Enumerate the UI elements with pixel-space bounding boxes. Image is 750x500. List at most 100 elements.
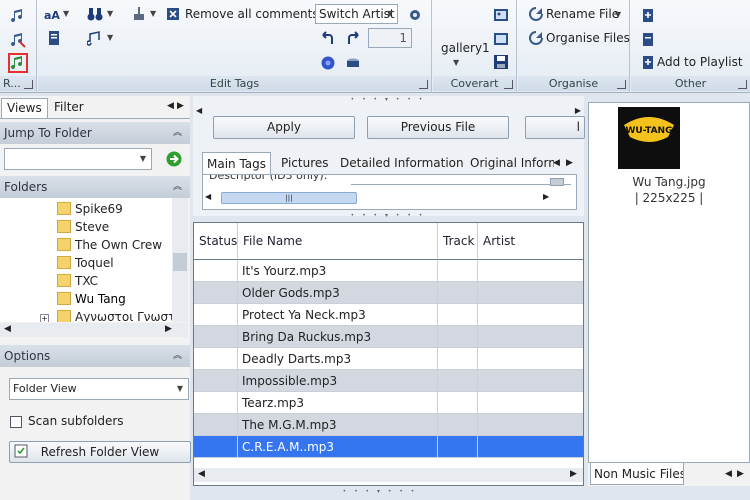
tab-scroll-right-icon[interactable]: ▶: [566, 158, 573, 168]
organise-files-icon[interactable]: [528, 30, 544, 46]
find-dropdown[interactable]: ▼: [107, 9, 113, 18]
gallery-network-icon[interactable]: [320, 55, 336, 71]
table-row[interactable]: Deadly Darts.mp3: [194, 348, 583, 370]
tree-item-steve[interactable]: Steve: [57, 218, 109, 236]
add-to-playlist-label[interactable]: Add to Playlist: [657, 55, 743, 69]
table-row[interactable]: It's Yourz.mp3: [194, 260, 583, 282]
cover-thumbnail[interactable]: WU-TANG: [618, 107, 680, 169]
case-change-dropdown[interactable]: ▼: [63, 9, 69, 18]
broom-icon[interactable]: [131, 6, 147, 22]
track-number-field[interactable]: 1: [368, 28, 412, 48]
table-row[interactable]: Tearz.mp3: [194, 392, 583, 414]
case-change-icon[interactable]: aA: [44, 6, 60, 22]
picture-icon[interactable]: [493, 7, 509, 23]
picture-export-icon[interactable]: [493, 31, 509, 47]
go-arrow-icon[interactable]: [166, 151, 182, 167]
chevron-up-icon[interactable]: ︽: [173, 176, 182, 198]
tab-original-information[interactable]: Original Inform: [466, 152, 554, 174]
switch-artist-combo[interactable]: Switch Artist ▼: [315, 4, 398, 24]
grid-splitter-handle[interactable]: • • • ▾ • • •: [328, 212, 448, 220]
tab-scroll-right-icon[interactable]: ▶: [177, 101, 184, 111]
tree-vertical-scrollbar[interactable]: [172, 198, 188, 322]
group-launcher-r[interactable]: [24, 80, 33, 89]
scroll-left-icon[interactable]: ◀: [205, 192, 211, 201]
refresh-folder-view-button[interactable]: Refresh Folder View: [9, 441, 191, 463]
tree-item-txc[interactable]: TXC: [57, 272, 98, 290]
remove-comments-icon[interactable]: [165, 6, 181, 22]
column-header-file-name[interactable]: File Name: [238, 223, 438, 260]
jump-to-folder-header[interactable]: Jump To Folder ︽: [0, 122, 190, 144]
scroll-left-icon[interactable]: ◀: [196, 106, 202, 115]
grid-horizontal-scrollbar[interactable]: ◀ ▶: [194, 468, 583, 482]
tab-main-tags[interactable]: Main Tags: [202, 152, 272, 174]
previous-file-button[interactable]: Previous File: [367, 116, 509, 139]
tree-item-spike69[interactable]: Spike69: [57, 200, 123, 218]
content-hscroll-thumb[interactable]: |||: [221, 192, 357, 204]
column-header-artist[interactable]: Artist: [478, 223, 583, 260]
folder-view-select[interactable]: Folder View ▼: [9, 378, 189, 400]
scroll-left-icon[interactable]: ◀: [198, 469, 205, 479]
gallery-label[interactable]: gallery1: [441, 41, 490, 55]
music-notes-dropdown[interactable]: ▼: [107, 33, 113, 42]
music-notes-icon[interactable]: [87, 30, 103, 46]
rename-file-label[interactable]: Rename File: [546, 7, 619, 21]
group-launcher-edit-tags[interactable]: [419, 80, 428, 89]
jump-to-folder-combo[interactable]: ▼: [4, 148, 152, 170]
scroll-right-icon[interactable]: ▶: [575, 106, 581, 115]
descriptor-field[interactable]: [351, 177, 571, 185]
document-text-icon[interactable]: [46, 30, 62, 46]
undo-arrow-icon[interactable]: [320, 31, 336, 47]
tag-editor-hscrollbar-top[interactable]: ◀ ▶: [196, 106, 581, 116]
apply-button[interactable]: Apply: [213, 116, 355, 139]
gallery-dropdown[interactable]: ▼: [453, 58, 459, 67]
tab-scroll-left-icon[interactable]: ◀: [553, 158, 560, 168]
chevron-up-icon[interactable]: ︽: [173, 122, 182, 144]
music-note-refresh-icon[interactable]: [8, 53, 28, 73]
scroll-right-icon[interactable]: ▶: [543, 192, 549, 201]
redo-arrow-icon[interactable]: [345, 31, 361, 47]
playlist-add-icon[interactable]: [640, 7, 656, 23]
add-to-playlist-icon[interactable]: [640, 54, 656, 70]
tab-scroll-right-icon[interactable]: ▶: [737, 469, 744, 479]
scroll-left-icon[interactable]: ◀: [4, 324, 11, 334]
top-splitter-handle[interactable]: • • • ▾ • • •: [328, 96, 448, 103]
table-row[interactable]: Older Gods.mp3: [194, 282, 583, 304]
tab-pictures[interactable]: Pictures: [277, 152, 333, 174]
scroll-right-icon[interactable]: ▶: [570, 469, 577, 479]
column-header-track[interactable]: Track: [438, 223, 478, 260]
group-launcher-other[interactable]: [738, 80, 747, 89]
organise-files-label[interactable]: Organise Files: [546, 31, 630, 45]
content-vscroll-thumb[interactable]: [550, 178, 564, 186]
tab-scroll-left-icon[interactable]: ◀: [167, 101, 174, 111]
column-header-status[interactable]: Status: [194, 223, 238, 260]
table-row[interactable]: Impossible.mp3: [194, 370, 583, 392]
table-row[interactable]: Bring Da Ruckus.mp3: [194, 326, 583, 348]
chevron-up-icon[interactable]: ︽: [173, 345, 182, 367]
remove-all-comments-label[interactable]: Remove all comments: [185, 7, 319, 21]
binoculars-icon[interactable]: [87, 6, 103, 22]
tree-item-toquel[interactable]: Toquel: [57, 254, 114, 272]
tab-detailed-information[interactable]: Detailed Information: [336, 152, 468, 174]
playlist-icon[interactable]: [640, 31, 656, 47]
tree-item-the-own-crew[interactable]: The Own Crew: [57, 236, 162, 254]
bottom-splitter-handle[interactable]: • • • ▾ • • •: [320, 488, 440, 496]
rename-file-dropdown[interactable]: ▼: [615, 10, 621, 19]
group-launcher-organise[interactable]: [617, 80, 626, 89]
table-row[interactable]: C.R.E.A.M..mp3: [194, 436, 583, 458]
scan-subfolders-checkbox[interactable]: [10, 416, 22, 428]
table-row[interactable]: Protect Ya Neck.mp3: [194, 304, 583, 326]
table-row[interactable]: The M.G.M.mp3: [194, 414, 583, 436]
rename-file-icon[interactable]: [528, 6, 544, 22]
tree-horizontal-scrollbar[interactable]: ◀ ▶: [0, 323, 188, 337]
music-note-edit-icon[interactable]: [10, 32, 26, 48]
tree-scroll-thumb[interactable]: [173, 253, 187, 271]
tab-non-music-files[interactable]: Non Music Files: [590, 463, 684, 485]
music-note-icon[interactable]: [10, 8, 26, 24]
next-file-button[interactable]: l: [525, 116, 585, 139]
folders-header[interactable]: Folders ︽: [0, 176, 190, 198]
clear-dropdown[interactable]: ▼: [150, 9, 156, 18]
tab-scroll-left-icon[interactable]: ◀: [725, 469, 732, 479]
tab-views[interactable]: Views: [1, 98, 48, 118]
tree-item-wu-tang[interactable]: Wu Tang: [57, 290, 126, 308]
group-launcher-coverart[interactable]: [504, 80, 513, 89]
